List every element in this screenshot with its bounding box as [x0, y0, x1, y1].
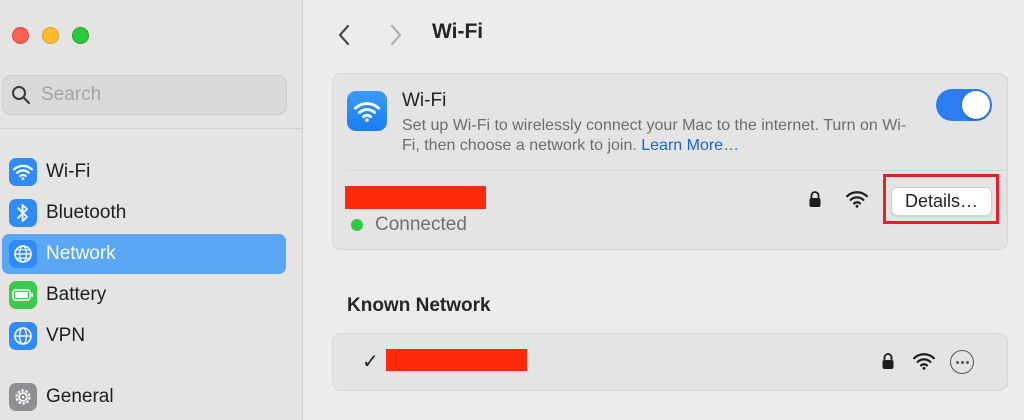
checkmark-icon: ✓ [362, 351, 379, 373]
sidebar-item-label: Network [46, 243, 116, 264]
connected-dot [351, 219, 363, 231]
wifi-toggle[interactable] [936, 89, 992, 121]
lock-icon [881, 352, 895, 375]
redacted-network-name [345, 186, 486, 209]
chevron-left-icon [338, 24, 350, 46]
sidebar-item-label: Wi-Fi [46, 161, 91, 182]
sidebar-item-general[interactable]: General [2, 377, 286, 417]
zoom-window-button[interactable] [72, 27, 89, 44]
sidebar-item-battery[interactable]: Battery [2, 275, 286, 315]
sidebar-item-vpn[interactable]: VPN [2, 316, 286, 356]
close-window-button[interactable] [12, 27, 29, 44]
learn-more-link[interactable]: Learn More… [641, 137, 739, 154]
vpn-globe-icon [9, 322, 37, 350]
main-pane: Wi-Fi Wi-Fi Set up Wi-Fi to wirelessly c… [303, 0, 1024, 420]
sidebar-divider [0, 128, 302, 129]
wifi-icon [347, 91, 387, 131]
more-options-button[interactable] [950, 350, 974, 374]
search-icon [11, 84, 33, 106]
search-placeholder: Search [41, 84, 102, 105]
gear-icon [9, 383, 37, 411]
sidebar-item-network[interactable]: Network [2, 234, 286, 274]
wifi-description: Set up Wi-Fi to wirelessly connect your … [402, 116, 922, 156]
toggle-knob [962, 91, 990, 119]
wifi-signal-icon [846, 190, 868, 213]
known-network-title: Known Network [347, 295, 491, 316]
lock-icon [808, 190, 822, 213]
sidebar-item-wifi[interactable]: Wi-Fi [2, 152, 286, 192]
globe-icon [9, 240, 37, 268]
back-button[interactable] [331, 21, 357, 49]
sidebar-item-label: VPN [46, 325, 86, 346]
sidebar-item-label: Bluetooth [46, 202, 127, 223]
sidebar-item-bluetooth[interactable]: Bluetooth [2, 193, 286, 233]
sidebar: Search Wi-Fi Bluetooth Network Battery V… [0, 0, 303, 420]
battery-icon [9, 281, 37, 309]
connection-status: Connected [351, 214, 467, 236]
sidebar-item-label: General [46, 386, 114, 407]
card-divider [347, 170, 1009, 171]
wifi-card: Wi-Fi Set up Wi-Fi to wirelessly connect… [332, 73, 1009, 250]
connected-label: Connected [375, 214, 467, 235]
highlight-box [883, 174, 999, 224]
minimize-window-button[interactable] [42, 27, 59, 44]
chevron-right-icon [390, 24, 402, 46]
wifi-icon [9, 158, 37, 186]
known-network-row[interactable]: ✓ [332, 333, 1008, 391]
forward-button[interactable] [383, 21, 409, 49]
wifi-signal-icon [913, 352, 935, 375]
window-controls [12, 27, 89, 44]
page-title: Wi-Fi [432, 20, 484, 43]
sidebar-item-label: Battery [46, 284, 107, 305]
wifi-card-title: Wi-Fi [402, 90, 447, 111]
bluetooth-icon [9, 199, 37, 227]
search-input[interactable]: Search [2, 75, 287, 115]
redacted-network-name [386, 349, 527, 371]
